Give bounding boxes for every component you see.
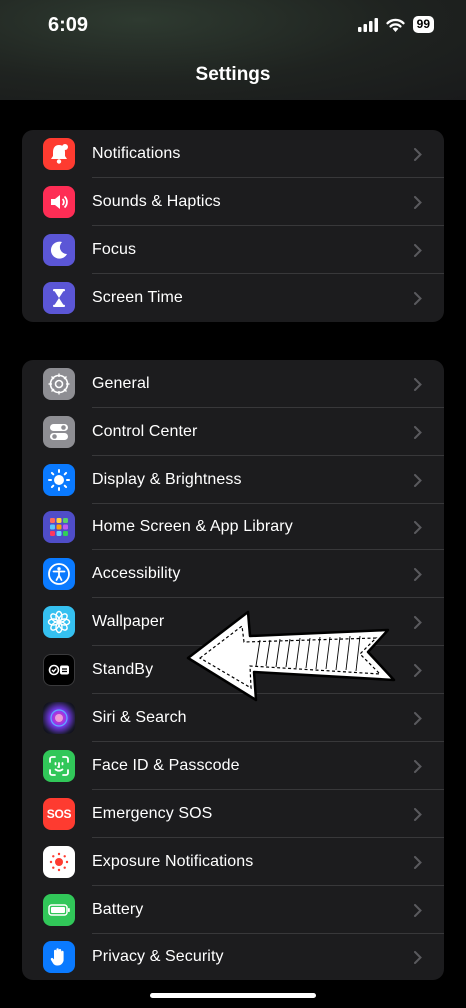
row-label: Siri & Search: [92, 709, 187, 726]
settings-row-focus[interactable]: Focus: [22, 226, 444, 274]
settings-row-general[interactable]: General: [22, 360, 444, 408]
cellular-signal-icon: [357, 17, 378, 32]
toggles-icon: [43, 416, 75, 448]
chevron-right-icon: [414, 855, 422, 869]
wifi-icon: [386, 18, 405, 32]
settings-group-1: Notifications Sounds & Haptics Focus Scr…: [22, 130, 444, 322]
settings-row-sounds-haptics[interactable]: Sounds & Haptics: [22, 178, 444, 226]
settings-row-emergency-sos[interactable]: SOS Emergency SOS: [22, 790, 444, 838]
standby-icon: [43, 654, 75, 686]
chevron-right-icon: [414, 711, 422, 725]
row-label: Battery: [92, 901, 144, 918]
chevron-right-icon: [414, 243, 422, 257]
chevron-right-icon: [414, 807, 422, 821]
hourglass-icon: [43, 282, 75, 314]
chevron-right-icon: [414, 903, 422, 917]
chevron-right-icon: [414, 291, 422, 305]
chevron-right-icon: [414, 663, 422, 677]
hand-icon: [43, 941, 75, 973]
battery-icon: [43, 894, 75, 926]
row-label: Exposure Notifications: [92, 853, 254, 870]
annotation-arrow-icon: [186, 610, 396, 702]
row-label: Face ID & Passcode: [92, 757, 240, 774]
row-label: Sounds & Haptics: [92, 193, 221, 210]
settings-row-battery[interactable]: Battery: [22, 886, 444, 934]
row-label: StandBy: [92, 661, 154, 678]
status-icons: 99: [357, 16, 434, 33]
header: 6:09 99 Settings: [0, 0, 466, 100]
home-indicator[interactable]: [150, 993, 316, 998]
battery-indicator: 99: [412, 16, 434, 33]
chevron-right-icon: [414, 425, 422, 439]
chevron-right-icon: [414, 377, 422, 391]
status-time: 6:09: [48, 14, 89, 36]
settings-row-notifications[interactable]: Notifications: [22, 130, 444, 178]
row-label: General: [92, 375, 150, 392]
app-grid-icon: [43, 511, 75, 543]
chevron-right-icon: [414, 195, 422, 209]
accessibility-icon: [43, 558, 75, 590]
chevron-right-icon: [414, 147, 422, 161]
flower-icon: [43, 606, 75, 638]
settings-row-display-brightness[interactable]: Display & Brightness: [22, 456, 444, 504]
chevron-right-icon: [414, 567, 422, 581]
chevron-right-icon: [414, 950, 422, 964]
row-label: Control Center: [92, 423, 198, 440]
exposure-icon: [43, 846, 75, 878]
row-label: Focus: [92, 241, 137, 258]
sos-icon-text: SOS: [46, 807, 72, 821]
settings-row-home-screen[interactable]: Home Screen & App Library: [22, 504, 444, 550]
settings-row-control-center[interactable]: Control Center: [22, 408, 444, 456]
row-label: Display & Brightness: [92, 471, 242, 488]
speaker-icon: [43, 186, 75, 218]
settings-row-face-id[interactable]: Face ID & Passcode: [22, 742, 444, 790]
page-title: Settings: [195, 64, 271, 85]
row-label: Wallpaper: [92, 613, 165, 630]
chevron-right-icon: [414, 759, 422, 773]
sos-icon: SOS: [43, 798, 75, 830]
settings-row-privacy-security[interactable]: Privacy & Security: [22, 934, 444, 980]
chevron-right-icon: [414, 615, 422, 629]
settings-row-exposure-notifications[interactable]: Exposure Notifications: [22, 838, 444, 886]
bell-icon: [43, 138, 75, 170]
settings-row-screen-time[interactable]: Screen Time: [22, 274, 444, 322]
row-label: Notifications: [92, 145, 181, 162]
gear-icon: [43, 368, 75, 400]
row-label: Home Screen & App Library: [92, 518, 293, 535]
chevron-right-icon: [414, 520, 422, 534]
sun-icon: [43, 464, 75, 496]
moon-icon: [43, 234, 75, 266]
row-label: Privacy & Security: [92, 948, 224, 965]
row-label: Accessibility: [92, 565, 181, 582]
face-id-icon: [43, 750, 75, 782]
row-label: Emergency SOS: [92, 805, 213, 822]
siri-icon: [43, 702, 75, 734]
chevron-right-icon: [414, 473, 422, 487]
row-label: Screen Time: [92, 289, 183, 306]
settings-row-accessibility[interactable]: Accessibility: [22, 550, 444, 598]
